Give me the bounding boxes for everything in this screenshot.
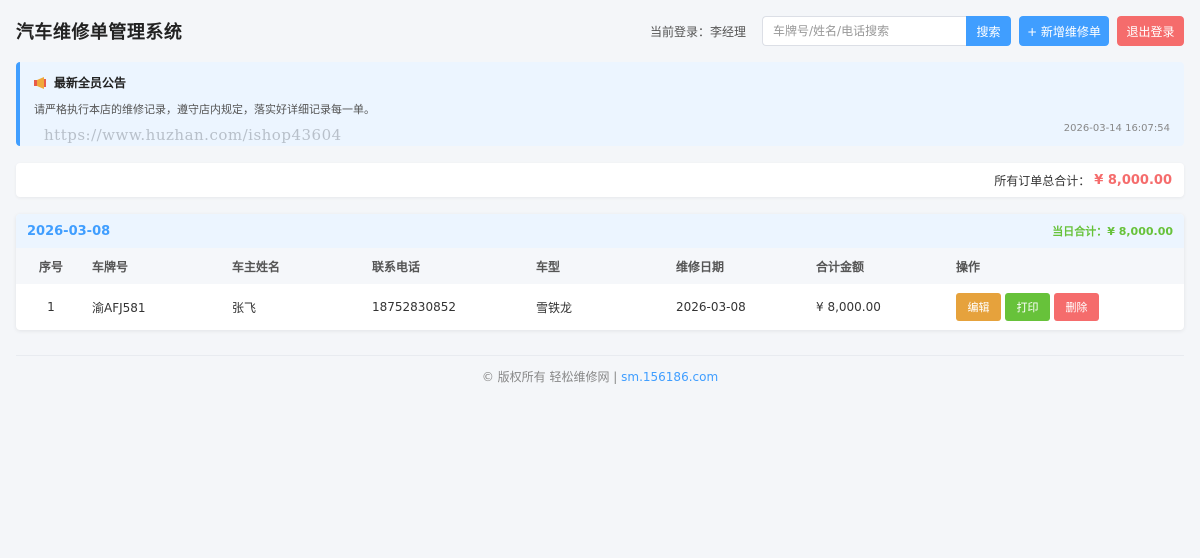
megaphone-icon bbox=[34, 76, 48, 89]
cell-plate: 渝AFJ581 bbox=[92, 300, 146, 315]
announcement-title-row: 最新全员公告 bbox=[34, 74, 1170, 91]
grand-total-amount: ¥ 8,000.00 bbox=[1094, 172, 1172, 188]
cell-owner: 张飞 bbox=[232, 300, 257, 315]
watermark-text: https://www.huzhan.com/ishop43604 bbox=[44, 126, 342, 144]
search-button[interactable]: 搜索 bbox=[966, 16, 1011, 46]
footer-divider bbox=[16, 355, 1184, 356]
cell-date: 2026-03-08 bbox=[676, 300, 746, 314]
announcement-content: 请严格执行本店的维修记录，遵守店内规定，落实好详细记录每一单。 bbox=[34, 103, 375, 116]
footer-link[interactable]: sm.156186.com bbox=[621, 370, 718, 384]
column-header-plate: 车牌号 bbox=[92, 259, 129, 274]
print-button[interactable]: 打印 bbox=[1005, 293, 1050, 321]
page: 汽车维修单管理系统 当前登录：李经理 搜索 + 新增维修单 退出登录 最新全员公… bbox=[0, 0, 1200, 558]
logout-button[interactable]: 退出登录 bbox=[1117, 16, 1184, 46]
announcement-panel: 最新全员公告 请严格执行本店的维修记录，遵守店内规定，落实好详细记录每一单。 h… bbox=[16, 62, 1184, 146]
day-group-total: 当日合计：¥ 8,000.00 bbox=[1052, 225, 1173, 238]
edit-button[interactable]: 编辑 bbox=[956, 293, 1001, 321]
announcement-time: 2026-03-14 16:07:54 bbox=[1063, 123, 1170, 134]
column-header-index: 序号 bbox=[38, 259, 63, 274]
day-group-date: 2026-03-08 bbox=[27, 223, 111, 239]
search-input[interactable] bbox=[762, 16, 966, 46]
column-header-actions: 操作 bbox=[956, 259, 981, 274]
footer-copyright: © 版权所有 轻松维修网 | bbox=[481, 370, 622, 384]
app-title: 汽车维修单管理系统 bbox=[16, 22, 183, 43]
column-header-phone: 联系电话 bbox=[372, 259, 421, 274]
table-row: 1 渝AFJ581 张飞 18752830852 雪铁龙 2026-03-08 … bbox=[16, 284, 1184, 330]
day-group-card: 2026-03-08 当日合计：¥ 8,000.00 序号 车牌号 车主姓名 联… bbox=[16, 214, 1184, 330]
column-header-amount: 合计金额 bbox=[816, 259, 865, 274]
column-header-model: 车型 bbox=[536, 259, 561, 274]
cell-phone: 18752830852 bbox=[372, 300, 456, 314]
cell-amount: ¥ 8,000.00 bbox=[816, 300, 881, 314]
cell-model: 雪铁龙 bbox=[536, 300, 573, 315]
header: 汽车维修单管理系统 当前登录：李经理 搜索 + 新增维修单 退出登录 bbox=[16, 16, 1184, 46]
add-order-button[interactable]: + 新增维修单 bbox=[1019, 16, 1109, 46]
column-header-date: 维修日期 bbox=[676, 259, 725, 274]
announcement-title: 最新全员公告 bbox=[54, 76, 127, 90]
grand-total-label: 所有订单总合计： bbox=[994, 173, 1091, 188]
current-user-label: 当前登录：李经理 bbox=[649, 24, 746, 39]
grand-total-bar: 所有订单总合计： ¥ 8,000.00 bbox=[16, 163, 1184, 197]
cell-actions: 编辑 打印 删除 bbox=[950, 293, 1184, 321]
delete-button[interactable]: 删除 bbox=[1054, 293, 1099, 321]
day-group-header: 2026-03-08 当日合计：¥ 8,000.00 bbox=[16, 214, 1184, 248]
search-group: 搜索 bbox=[762, 16, 1011, 46]
footer: © 版权所有 轻松维修网 | sm.156186.com bbox=[0, 368, 1200, 385]
header-actions: 当前登录：李经理 搜索 + 新增维修单 退出登录 bbox=[650, 16, 1184, 46]
table-header: 序号 车牌号 车主姓名 联系电话 车型 维修日期 合计金额 操作 bbox=[16, 248, 1184, 284]
column-header-owner: 车主姓名 bbox=[232, 259, 281, 274]
cell-index: 1 bbox=[47, 300, 55, 314]
